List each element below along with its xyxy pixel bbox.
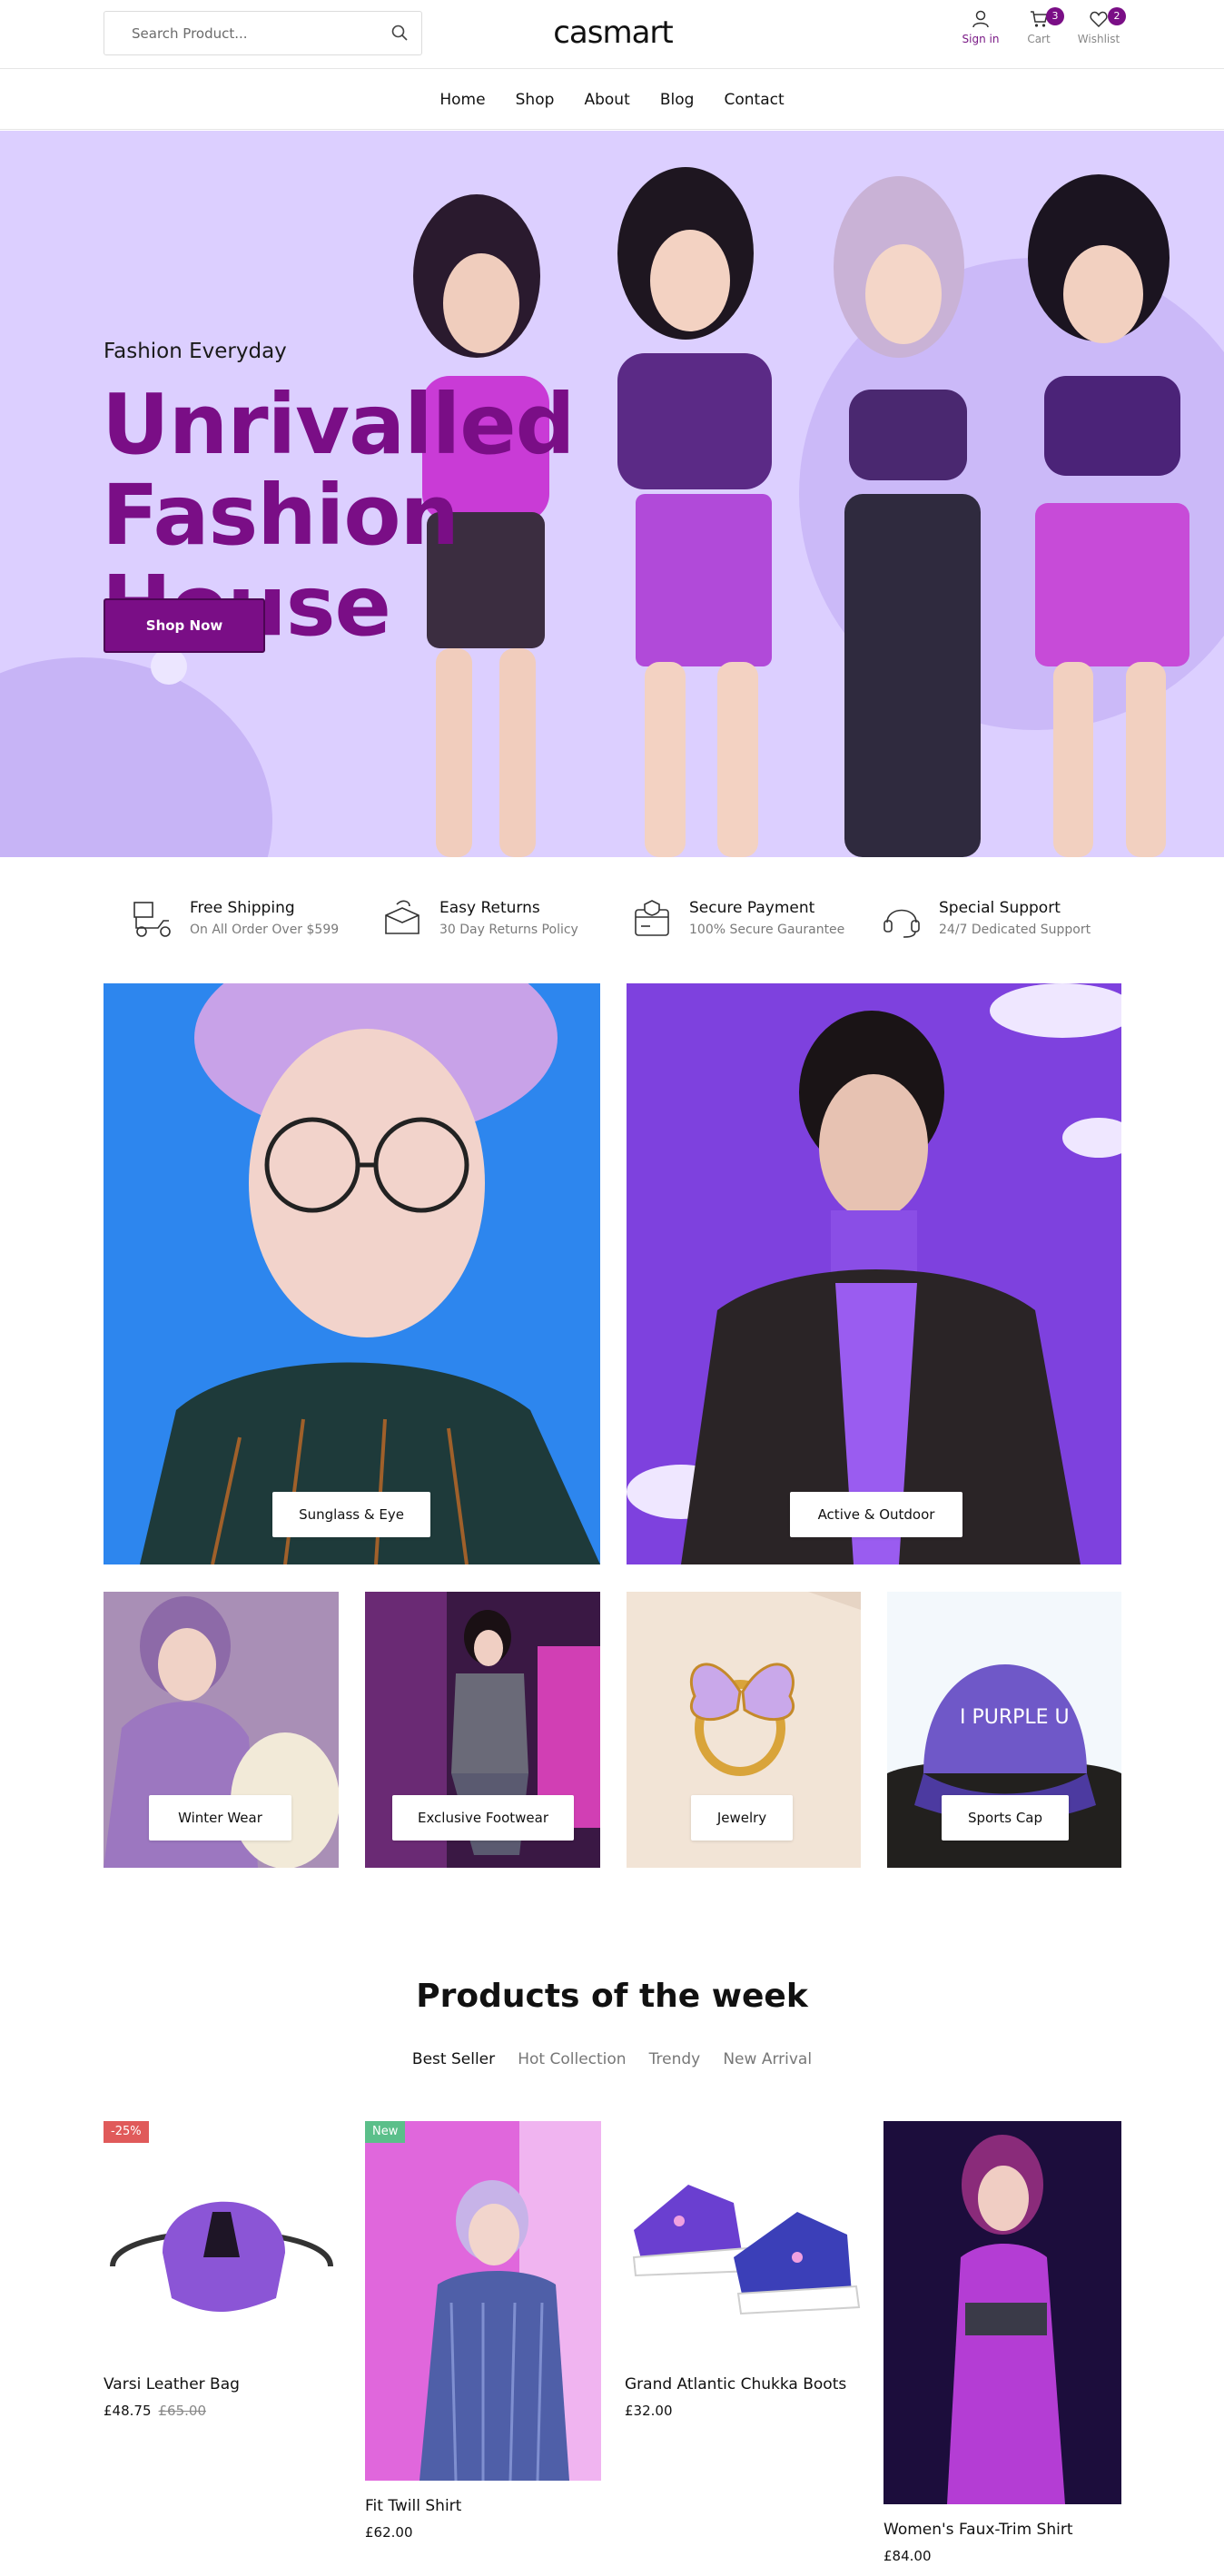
feature-title: Free Shipping xyxy=(190,899,295,917)
main-nav: Home Shop About Blog Contact xyxy=(0,70,1224,130)
category-label[interactable]: Active & Outdoor xyxy=(790,1492,962,1537)
search-input[interactable] xyxy=(104,12,377,54)
feature-easy-returns: Easy Returns 30 Day Returns Policy xyxy=(353,879,598,952)
product-name[interactable]: Women's Faux-Trim Shirt xyxy=(883,2521,1073,2539)
cart-count-badge: 3 xyxy=(1046,7,1064,25)
category-tile-sunglass[interactable]: Sunglass & Eye xyxy=(104,983,600,1564)
product-card[interactable]: New Fit Twill Shirt £62.00 xyxy=(365,2121,601,2548)
wishlist-label: Wishlist xyxy=(1077,33,1120,45)
old-price: £65.00 xyxy=(158,2403,207,2419)
search-icon[interactable] xyxy=(390,24,409,42)
category-label[interactable]: Winter Wear xyxy=(149,1795,291,1841)
current-price: £48.75 xyxy=(104,2403,152,2419)
secure-payment-icon xyxy=(635,900,669,936)
features-bar: Free Shipping On All Order Over $599 Eas… xyxy=(104,879,1120,970)
feature-free-shipping: Free Shipping On All Order Over $599 xyxy=(104,879,349,952)
feature-subtitle: On All Order Over $599 xyxy=(190,923,340,937)
discount-badge: -25% xyxy=(104,2121,149,2143)
feature-title: Secure Payment xyxy=(689,899,815,917)
hero-decor-blob xyxy=(0,657,272,857)
product-image[interactable] xyxy=(625,2121,863,2359)
product-price: £84.00 xyxy=(883,2548,932,2564)
tab-hot-collection[interactable]: Hot Collection xyxy=(518,2050,626,2068)
feature-subtitle: 24/7 Dedicated Support xyxy=(939,923,1091,937)
category-tile-active-outdoor[interactable]: Active & Outdoor xyxy=(627,983,1121,1564)
feature-secure-payment: Secure Payment 100% Secure Gaurantee xyxy=(603,879,848,952)
return-box-icon xyxy=(385,900,420,934)
delivery-scooter-icon xyxy=(133,902,171,937)
hero-headline-line1: Unrivalled xyxy=(102,376,575,473)
nav-item-home[interactable]: Home xyxy=(439,70,485,130)
product-card[interactable]: Women's Faux-Trim Shirt £84.00 xyxy=(883,2121,1121,2571)
product-image[interactable] xyxy=(104,2121,341,2359)
product-image-bag xyxy=(110,2201,333,2312)
category-image-sunglass xyxy=(104,983,600,1564)
feature-subtitle: 30 Day Returns Policy xyxy=(439,923,578,937)
hero-banner: Fashion Everyday Unrivalled Fashion Hous… xyxy=(0,131,1224,857)
product-image[interactable] xyxy=(365,2121,601,2481)
product-image[interactable] xyxy=(883,2121,1121,2504)
category-label[interactable]: Sports Cap xyxy=(942,1795,1069,1841)
category-label[interactable]: Jewelry xyxy=(691,1795,793,1841)
category-label[interactable]: Sunglass & Eye xyxy=(272,1492,430,1537)
category-tile-jewelry[interactable]: Jewelry xyxy=(627,1592,861,1868)
product-price: £32.00 xyxy=(625,2403,673,2419)
product-name[interactable]: Grand Atlantic Chukka Boots xyxy=(625,2375,846,2393)
nav-item-shop[interactable]: Shop xyxy=(516,70,555,130)
feature-subtitle: 100% Secure Gaurantee xyxy=(689,923,845,937)
category-image-active-outdoor xyxy=(627,983,1121,1564)
nav-item-about[interactable]: About xyxy=(584,70,629,130)
heart-icon xyxy=(1090,11,1108,28)
product-price: £62.00 xyxy=(365,2524,413,2541)
product-card[interactable]: -25% Varsi Leather Bag £48.75 £65.00 xyxy=(104,2121,341,2430)
wishlist-count-badge: 2 xyxy=(1108,7,1126,25)
nav-item-contact[interactable]: Contact xyxy=(725,70,785,130)
site-logo[interactable]: casmart xyxy=(552,15,674,51)
feature-title: Easy Returns xyxy=(439,899,540,917)
tab-trendy[interactable]: Trendy xyxy=(649,2050,701,2068)
headset-support-icon xyxy=(883,909,920,938)
product-tabs: Best Seller Hot Collection Trendy New Ar… xyxy=(0,2050,1224,2068)
top-header: casmart Sign in Cart 3 Wishlist 2 xyxy=(0,0,1224,69)
tab-best-seller[interactable]: Best Seller xyxy=(412,2050,495,2068)
wishlist-button[interactable]: Wishlist 2 xyxy=(1062,7,1135,56)
search-box xyxy=(104,11,422,55)
cap-print-text: I PURPLE U xyxy=(960,1706,1070,1729)
product-price: £48.75 £65.00 xyxy=(104,2403,206,2419)
category-tile-sports-cap[interactable]: I PURPLE U Sports Cap xyxy=(887,1592,1121,1868)
product-name[interactable]: Varsi Leather Bag xyxy=(104,2375,240,2393)
category-tile-exclusive-footwear[interactable]: Exclusive Footwear xyxy=(365,1592,600,1868)
nav-item-blog[interactable]: Blog xyxy=(660,70,695,130)
product-card[interactable]: Grand Atlantic Chukka Boots £32.00 xyxy=(625,2121,863,2430)
feature-title: Special Support xyxy=(939,899,1061,917)
new-badge: New xyxy=(365,2121,406,2143)
category-tile-winter-wear[interactable]: Winter Wear xyxy=(104,1592,339,1868)
category-label[interactable]: Exclusive Footwear xyxy=(392,1795,574,1841)
feature-special-support: Special Support 24/7 Dedicated Support xyxy=(853,879,1098,952)
products-section-title: Products of the week xyxy=(416,1978,808,2015)
product-image-shirt xyxy=(365,2121,601,2481)
product-name[interactable]: Fit Twill Shirt xyxy=(365,2497,461,2515)
shop-now-button[interactable]: Shop Now xyxy=(104,598,265,653)
user-icon xyxy=(972,10,989,28)
tab-new-arrival[interactable]: New Arrival xyxy=(723,2050,812,2068)
hero-kicker: Fashion Everyday xyxy=(104,340,287,363)
product-image-faux-trim-shirt xyxy=(883,2121,1121,2504)
product-image-sneakers xyxy=(632,2185,861,2315)
